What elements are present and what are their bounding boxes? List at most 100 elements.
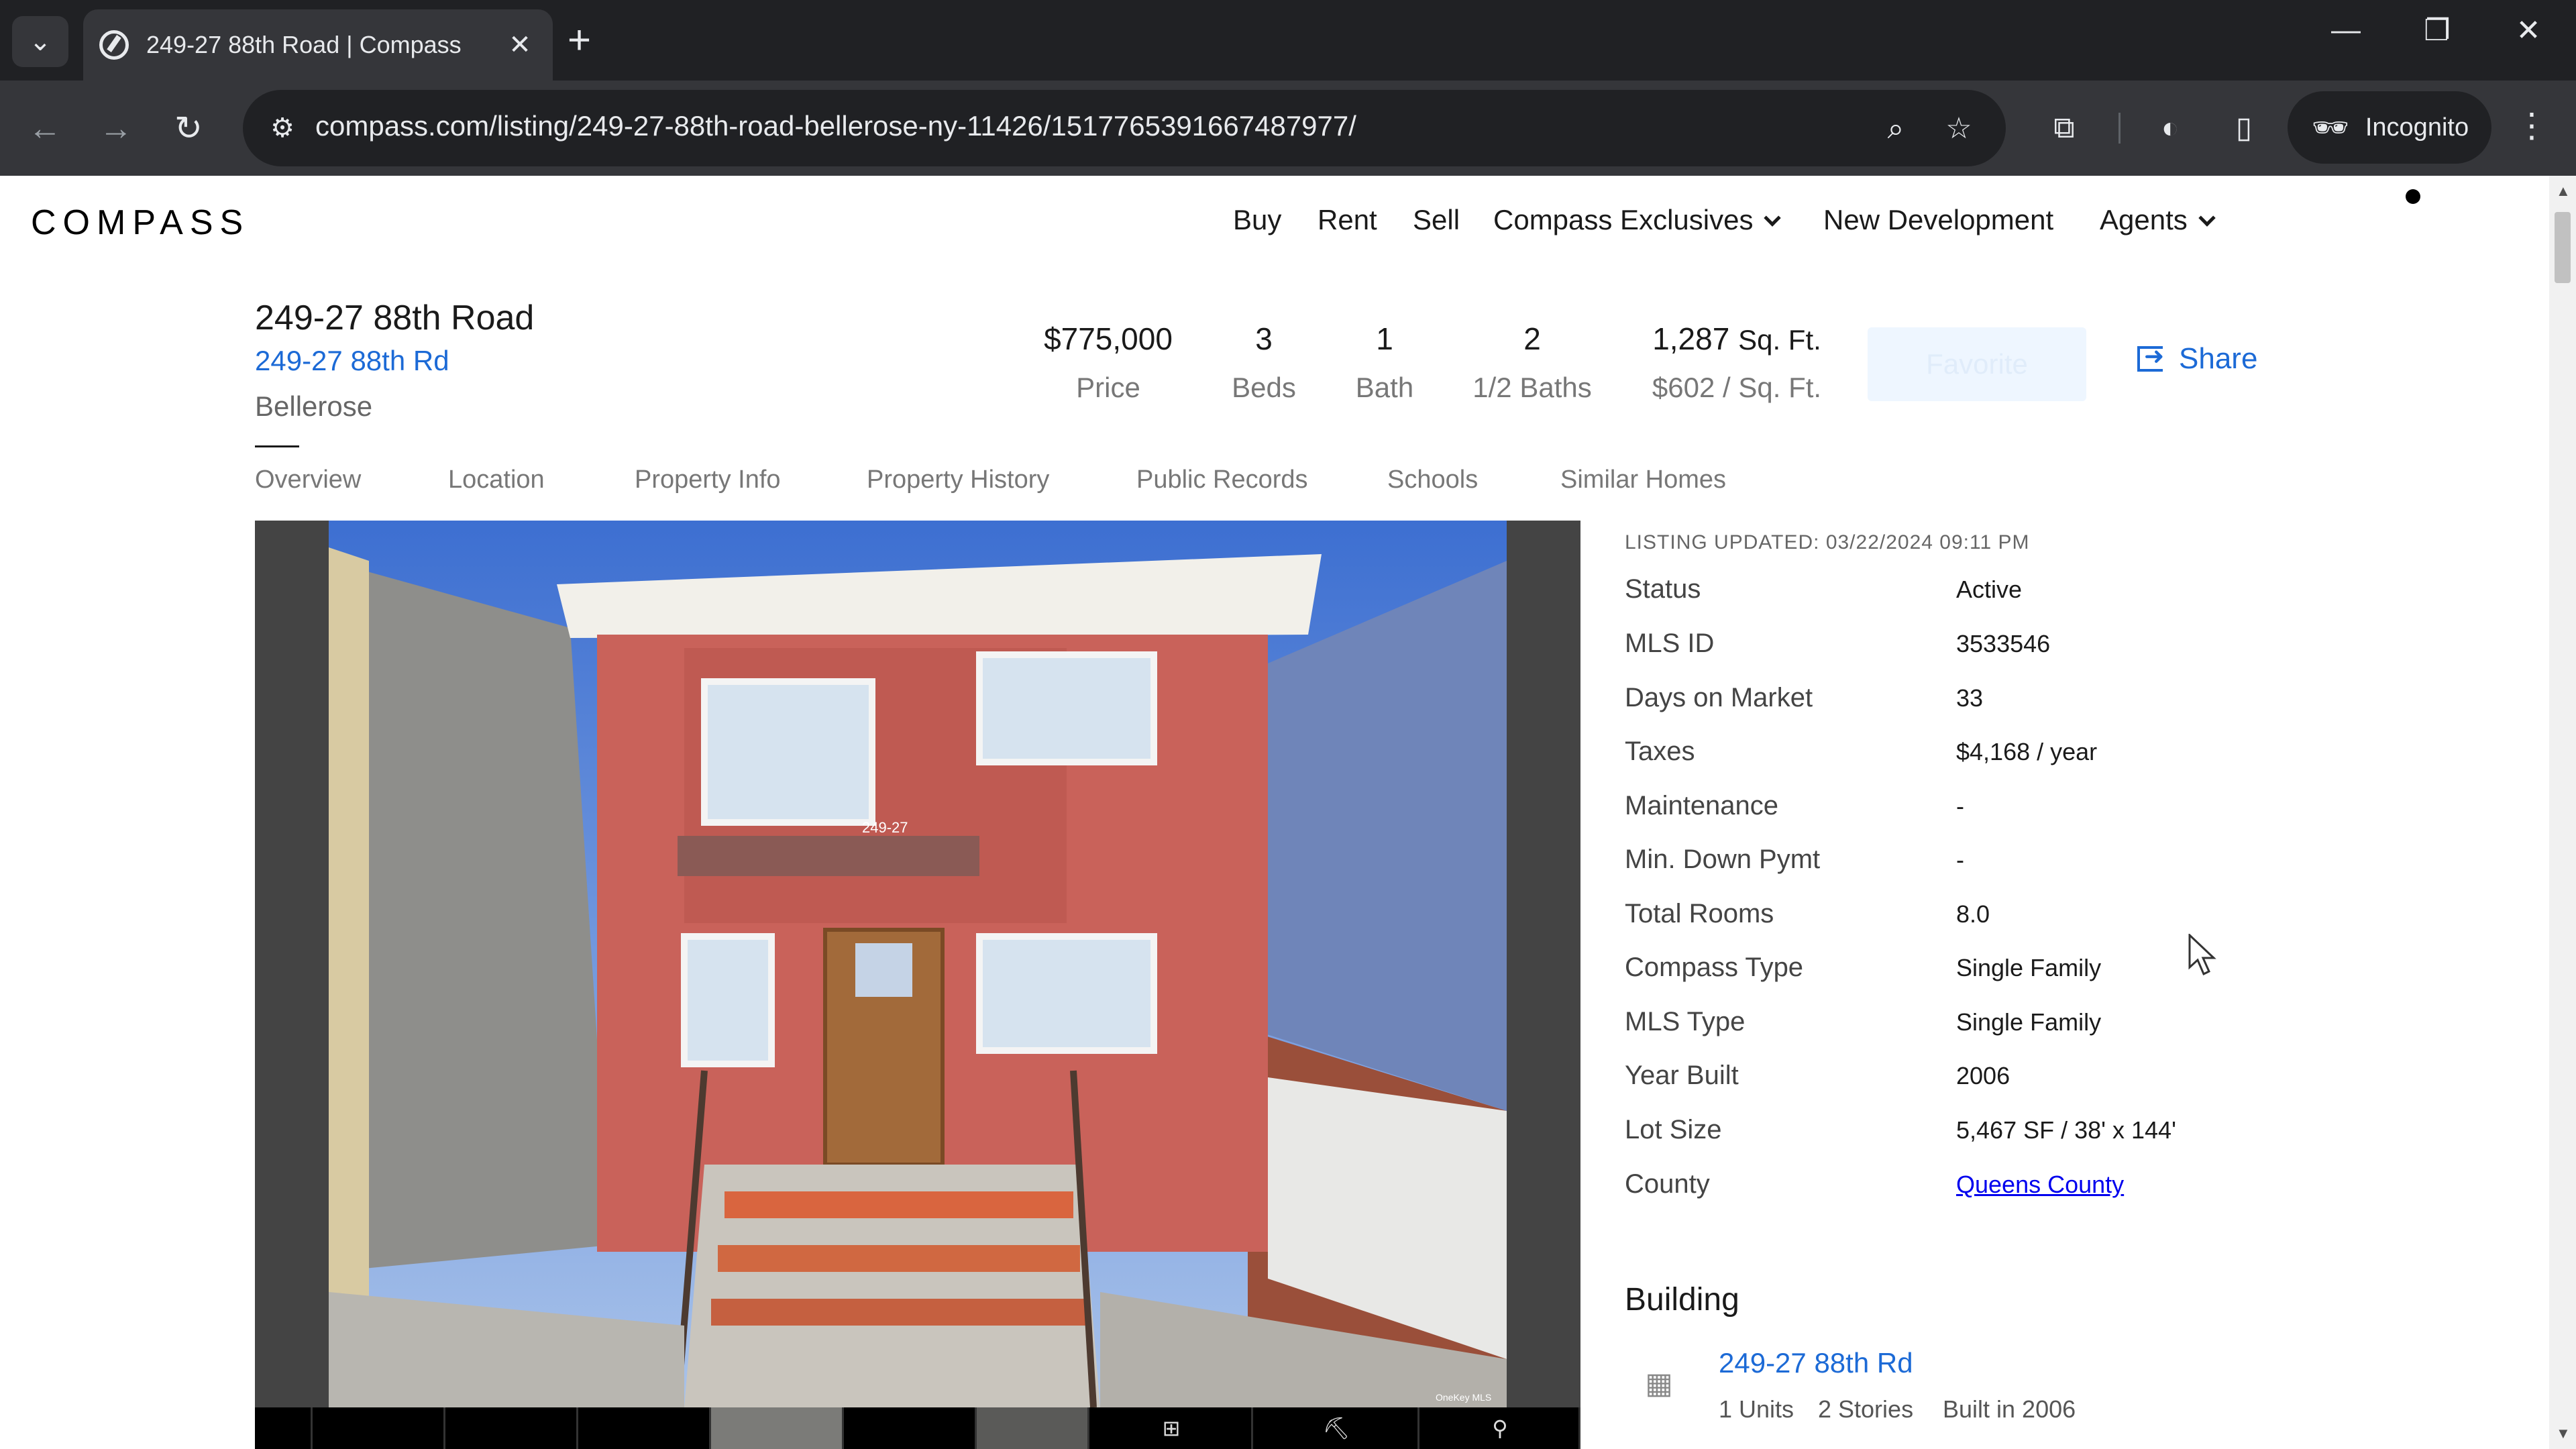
floorplan-icon: ⊞: [1162, 1416, 1181, 1440]
subnav-public-records[interactable]: Public Records: [1136, 466, 1308, 494]
price-value: $775,000: [1044, 321, 1173, 356]
thumbnail[interactable]: [578, 1407, 711, 1449]
fact-label: County: [1625, 1169, 1710, 1199]
browser-toolbar: ← → ↻ ⚙ compass.com/listing/249-27-88th-…: [0, 80, 2576, 176]
fact-row: Total Rooms 8.0: [1625, 899, 2296, 939]
fact-label: Days on Market: [1625, 683, 1813, 712]
window-close-icon[interactable]: ✕: [2498, 13, 2559, 48]
scroll-up-arrow-icon[interactable]: ▲: [2556, 182, 2571, 200]
url-text[interactable]: compass.com/listing/249-27-88th-road-bel…: [315, 110, 1356, 142]
fact-label: Compass Type: [1625, 953, 1804, 982]
fact-row: Days on Market 33: [1625, 683, 2296, 723]
fact-label: Taxes: [1625, 737, 1695, 766]
bath-label: Bath: [1355, 372, 1414, 403]
reload-icon[interactable]: ↻: [166, 106, 211, 150]
fact-label: Total Rooms: [1625, 899, 1774, 928]
stat-sqft: 1,287 Sq. Ft. $602 / Sq. Ft.: [1646, 321, 1827, 404]
browser-tab-active[interactable]: 249-27 88th Road | Compass ✕: [83, 9, 553, 80]
favorite-button[interactable]: Favorite: [1868, 327, 2086, 401]
nav-compass-exclusives[interactable]: Compass Exclusives: [1493, 204, 1782, 236]
thumbnail[interactable]: [711, 1407, 844, 1449]
thumbnail[interactable]: [445, 1407, 578, 1449]
listing-city: Bellerose: [255, 390, 373, 422]
sqft-unit: Sq. Ft.: [1738, 324, 1821, 356]
nav-rent[interactable]: Rent: [1318, 204, 1377, 236]
nav-sell[interactable]: Sell: [1413, 204, 1460, 236]
title-underline: [255, 445, 299, 447]
minimize-icon[interactable]: —: [2316, 13, 2376, 47]
fact-label: Status: [1625, 574, 1701, 604]
page-scrollbar[interactable]: ▲ ▼: [2549, 176, 2576, 1449]
thumbnail[interactable]: [977, 1407, 1089, 1449]
fact-value: -: [1956, 792, 1964, 820]
listing-address-link[interactable]: 249-27 88th Rd: [255, 345, 449, 377]
sqft-number: 1,287: [1652, 321, 1730, 356]
subnav-location[interactable]: Location: [448, 466, 545, 494]
performance-gauge-icon[interactable]: ◐: [2148, 106, 2192, 150]
incognito-badge[interactable]: 🕶 Incognito: [2288, 91, 2491, 164]
beds-value: 3: [1255, 321, 1273, 356]
share-icon: [2137, 342, 2164, 372]
browser-menu-kebab-icon[interactable]: ⋮: [2512, 106, 2552, 145]
listing-title: 249-27 88th Road: [255, 299, 535, 337]
tab-close-icon[interactable]: ✕: [503, 30, 537, 60]
fact-label: MLS ID: [1625, 629, 1715, 658]
forward-arrow-icon[interactable]: →: [94, 106, 138, 150]
extensions-puzzle-icon[interactable]: ⧉: [2042, 106, 2086, 150]
fact-row: Status Active: [1625, 574, 2296, 614]
zoom-magnifier-icon[interactable]: ⌕: [1876, 109, 1916, 149]
fact-label: Min. Down Pymt: [1625, 845, 1821, 874]
nav-agents-label: Agents: [2100, 204, 2188, 235]
fact-value: 3533546: [1956, 630, 2051, 657]
subnav-schools[interactable]: Schools: [1387, 466, 1478, 494]
price-per-sqft: $602 / Sq. Ft.: [1652, 372, 1822, 403]
location-thumb[interactable]: ⚲: [1419, 1407, 1580, 1449]
address-bar[interactable]: ⚙ compass.com/listing/249-27-88th-road-b…: [243, 90, 2006, 166]
new-tab-plus-icon[interactable]: +: [568, 20, 591, 60]
subnav-overview[interactable]: Overview: [255, 466, 361, 494]
subnav-property-history[interactable]: Property History: [867, 466, 1049, 494]
subnav-similar-homes[interactable]: Similar Homes: [1560, 466, 1726, 494]
building-link[interactable]: 249-27 88th Rd: [1719, 1347, 1913, 1379]
tab-search-chevron-down-icon[interactable]: ⌄: [12, 16, 68, 67]
back-arrow-icon[interactable]: ←: [23, 106, 67, 150]
listing-photo[interactable]: 249-27 OneKey MLS: [329, 521, 1507, 1407]
thumbnail[interactable]: [844, 1407, 977, 1449]
stat-beds: 3 Beds: [1230, 321, 1297, 404]
building-stories: 2 Stories: [1818, 1395, 1914, 1423]
bookmark-star-icon[interactable]: ☆: [1939, 109, 1979, 149]
toolbar-divider: [2118, 113, 2121, 144]
nav-new-development[interactable]: New Development: [1823, 204, 2053, 236]
scrollbar-thumb[interactable]: [2555, 212, 2571, 283]
nav-compass-exclusives-label: Compass Exclusives: [1493, 204, 1754, 235]
fact-value: Active: [1956, 576, 2023, 603]
subnav-property-info[interactable]: Property Info: [635, 466, 781, 494]
compass-logo[interactable]: COMPASS: [31, 203, 250, 243]
fact-value: -: [1956, 846, 1964, 873]
thumbnail[interactable]: [313, 1407, 445, 1449]
fact-value: $4,168 / year: [1956, 738, 2098, 765]
incognito-label: Incognito: [2365, 113, 2469, 142]
nav-agents[interactable]: Agents: [2100, 204, 2216, 236]
map-thumb[interactable]: ⛏: [1253, 1407, 1419, 1449]
nav-buy[interactable]: Buy: [1233, 204, 1281, 236]
side-panel-icon[interactable]: ▯: [2222, 106, 2266, 150]
county-link[interactable]: Queens County: [1956, 1171, 2124, 1199]
share-button[interactable]: Share: [2137, 342, 2257, 376]
half-baths-value: 2: [1523, 321, 1541, 356]
fact-value: 5,467 SF / 38' x 144': [1956, 1116, 2176, 1144]
fact-row: County Queens County: [1625, 1169, 2296, 1210]
site-info-tune-icon[interactable]: ⚙: [263, 110, 302, 146]
listing-updated: LISTING UPDATED: 03/22/2024 09:11 PM: [1625, 531, 2030, 553]
scroll-down-arrow-icon[interactable]: ▼: [2556, 1425, 2571, 1442]
browser-tab-strip: ⌄ 249-27 88th Road | Compass ✕ + — ❐ ✕: [0, 0, 2576, 80]
fact-value: 2006: [1956, 1062, 2010, 1089]
beds-label: Beds: [1232, 372, 1296, 403]
fact-row: Taxes $4,168 / year: [1625, 737, 2296, 777]
floorplan-thumb[interactable]: ⊞: [1089, 1407, 1253, 1449]
thumbnail[interactable]: [255, 1407, 313, 1449]
stat-bath: 1 Bath: [1351, 321, 1418, 404]
photo-gallery[interactable]: 249-27 OneKey MLS ⊞ ⛏ ⚲: [255, 521, 1580, 1449]
restore-icon[interactable]: ❐: [2407, 13, 2467, 48]
house-photo-illustration: 249-27 OneKey MLS: [329, 521, 1507, 1407]
